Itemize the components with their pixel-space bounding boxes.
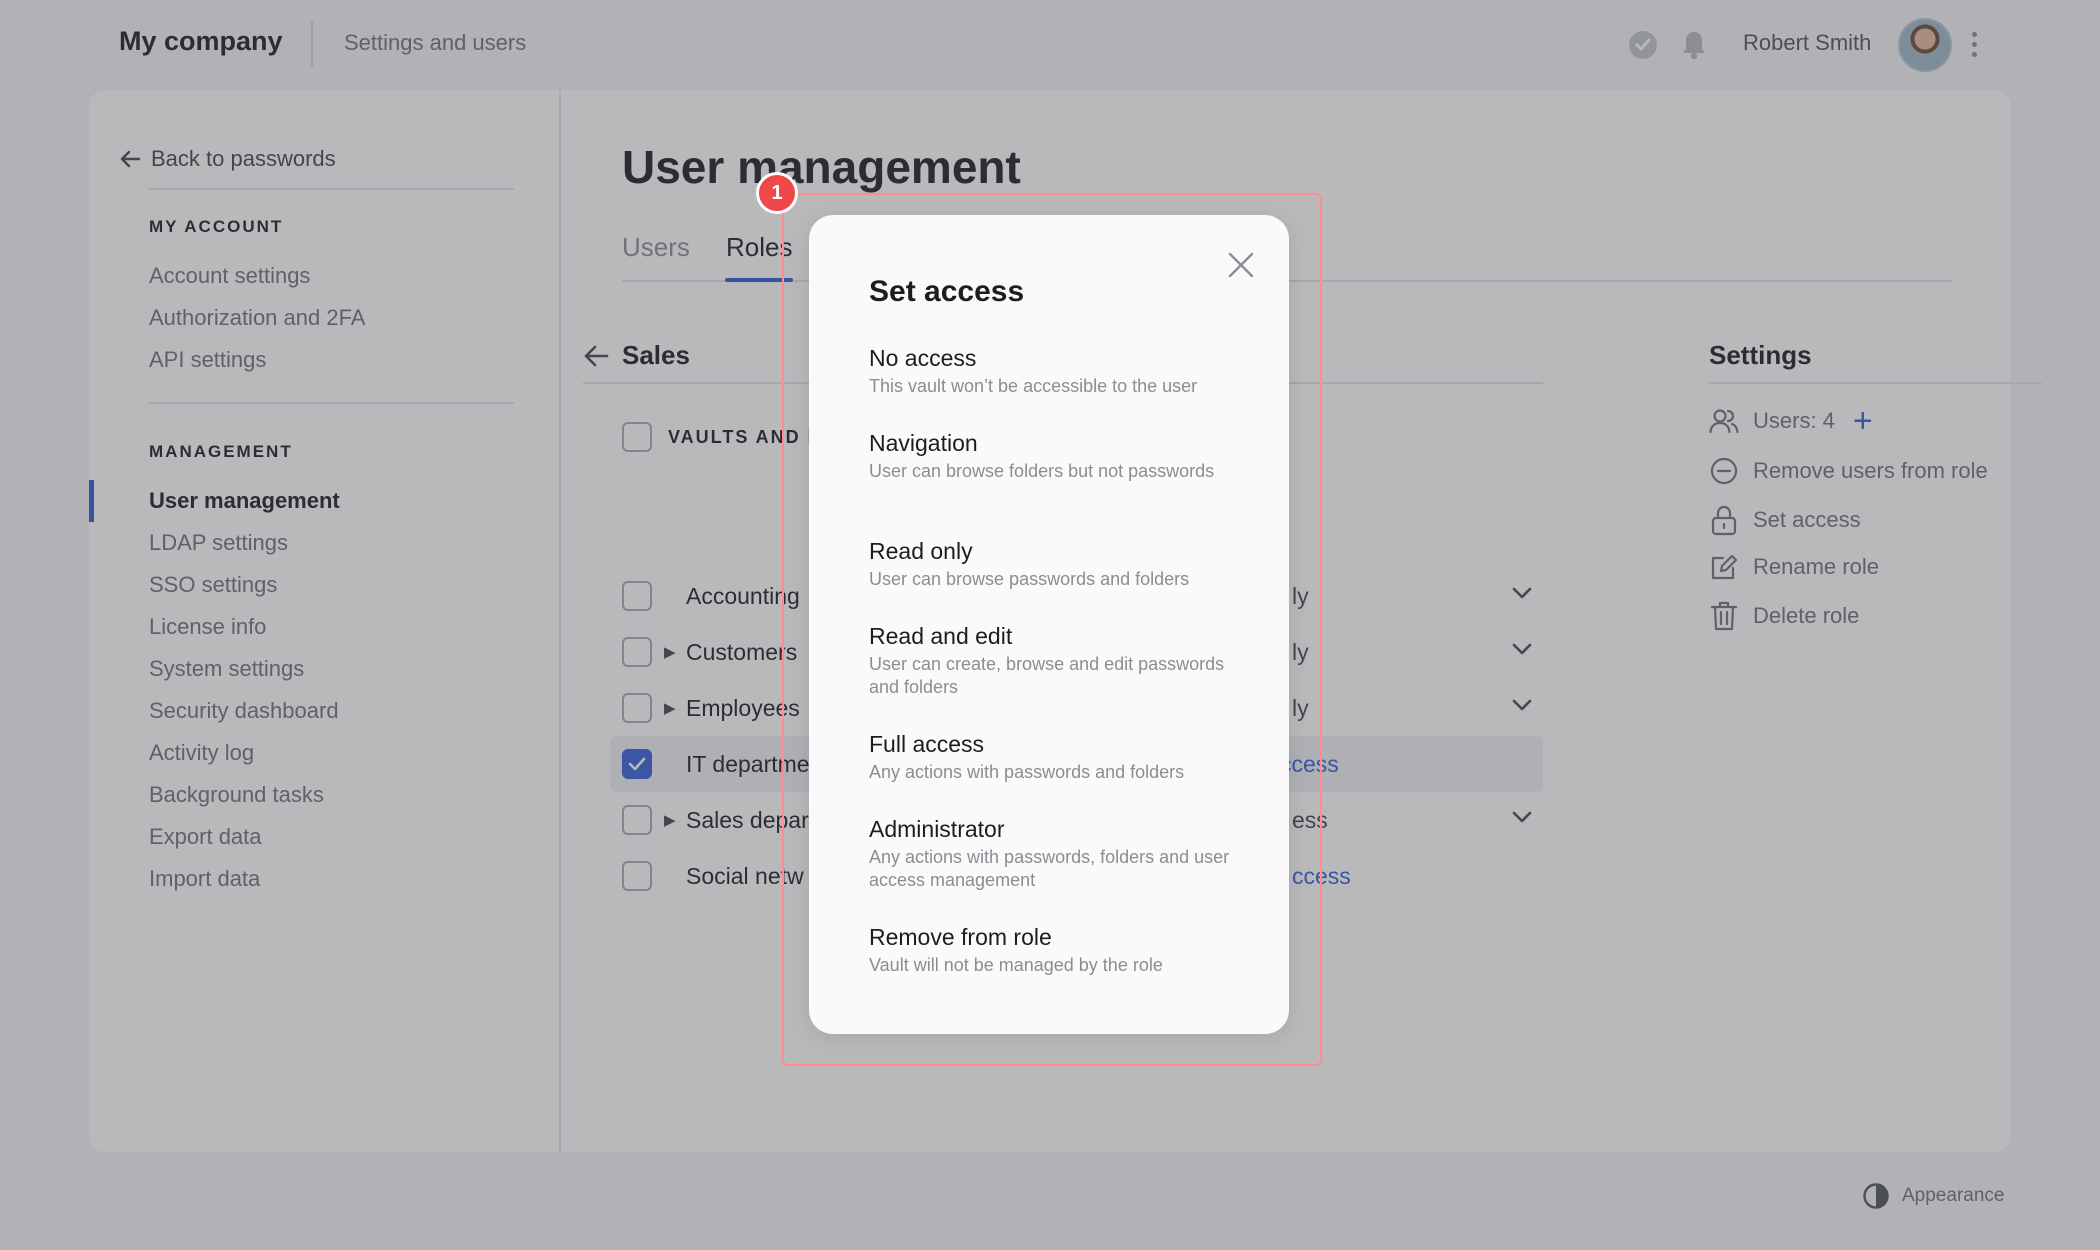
option-description: User can browse folders but not password… bbox=[869, 461, 1215, 481]
close-icon[interactable] bbox=[1225, 249, 1257, 281]
set-access-modal: Set access No access This vault won’t be… bbox=[809, 215, 1289, 1034]
option-title: No access bbox=[869, 345, 977, 371]
option-administrator[interactable]: Administrator Any actions with passwords… bbox=[869, 814, 1249, 892]
option-description: Any actions with passwords, folders and … bbox=[869, 847, 1230, 890]
modal-title: Set access bbox=[869, 275, 1025, 308]
option-description: Any actions with passwords and folders bbox=[869, 762, 1185, 782]
option-description: User can browse passwords and folders bbox=[869, 569, 1190, 589]
option-no-access[interactable]: No access This vault won’t be accessible… bbox=[869, 343, 1249, 398]
option-description: This vault won’t be accessible to the us… bbox=[869, 376, 1198, 396]
option-remove-from-role[interactable]: Remove from role Vault will not be manag… bbox=[869, 922, 1249, 977]
option-title: Read and edit bbox=[869, 623, 1013, 649]
annotation-badge: 1 bbox=[756, 172, 798, 214]
option-description: User can create, browse and edit passwor… bbox=[869, 654, 1225, 697]
option-read-only[interactable]: Read only User can browse passwords and … bbox=[869, 536, 1249, 591]
option-description: Vault will not be managed by the role bbox=[869, 955, 1163, 975]
option-title: Administrator bbox=[869, 816, 1005, 842]
option-title: Navigation bbox=[869, 430, 978, 456]
option-navigation[interactable]: Navigation User can browse folders but n… bbox=[869, 428, 1249, 483]
option-read-and-edit[interactable]: Read and edit User can create, browse an… bbox=[869, 621, 1249, 699]
option-full-access[interactable]: Full access Any actions with passwords a… bbox=[869, 729, 1249, 784]
option-title: Full access bbox=[869, 731, 985, 757]
option-title: Read only bbox=[869, 538, 973, 564]
app-page: My company Settings and users Robert Smi… bbox=[0, 0, 2100, 1250]
option-title: Remove from role bbox=[869, 924, 1052, 950]
